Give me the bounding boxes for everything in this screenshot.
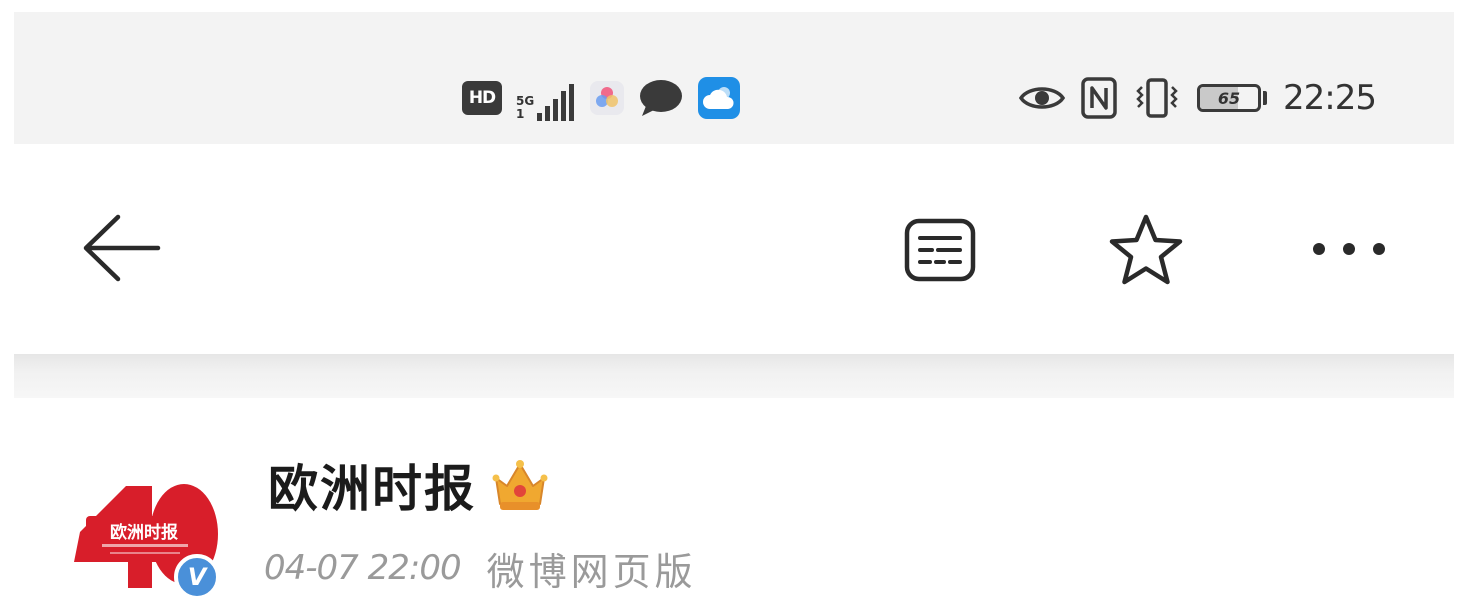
more-options-button[interactable] xyxy=(1304,214,1394,284)
reader-mode-button[interactable] xyxy=(900,210,980,290)
reader-mode-icon xyxy=(904,218,976,282)
battery-level: 65 xyxy=(1217,88,1241,108)
battery-body: 65 xyxy=(1197,84,1262,112)
signal-bar xyxy=(545,106,551,121)
post-timestamp: 04-07 22:00 xyxy=(264,548,462,588)
account-row: 欧洲时报 xyxy=(268,450,550,520)
favorite-button[interactable] xyxy=(1104,208,1188,292)
toolbar-divider xyxy=(14,354,1454,398)
verified-badge: V xyxy=(174,554,220,600)
account-name[interactable]: 欧洲时报 xyxy=(268,449,476,521)
status-bar-left-group: HD 5G 1 xyxy=(462,68,741,128)
network-sim-label: 1 xyxy=(516,107,525,121)
vibrate-icon xyxy=(1136,78,1178,118)
avatar-logo-text: 欧洲时报 xyxy=(110,522,178,543)
star-icon xyxy=(1109,214,1183,285)
nfc-icon xyxy=(1081,77,1117,119)
status-time: 22:25 xyxy=(1283,78,1377,118)
crown-icon xyxy=(492,460,548,510)
post-source[interactable]: 微博网页版 xyxy=(487,541,697,596)
arrow-left-icon xyxy=(83,214,161,282)
chat-bubble-icon xyxy=(640,80,683,116)
network-type: 5G 1 xyxy=(516,95,534,121)
cellular-signal: 5G 1 xyxy=(516,75,576,121)
signal-bars-icon xyxy=(537,84,575,121)
eye-comfort-icon xyxy=(1019,87,1066,109)
signal-bar xyxy=(553,99,559,121)
weibo-post-screen: HD 5G 1 65 22:25 欧洲时报 V 欧洲时报 04-07 22:00… xyxy=(0,0,1461,612)
more-dots-icon xyxy=(1313,243,1385,255)
signal-bar xyxy=(561,91,567,121)
weather-cloud-icon xyxy=(698,77,741,119)
post-meta: 04-07 22:00 微博网页版 xyxy=(264,538,697,598)
color-app-icon xyxy=(590,81,625,115)
post-header: 欧洲时报 V 欧洲时报 04-07 22:00 微博网页版 xyxy=(14,398,1454,612)
battery-tip xyxy=(1263,91,1268,105)
top-toolbar xyxy=(14,144,1454,356)
back-button[interactable] xyxy=(80,210,164,286)
signal-bar xyxy=(537,113,543,121)
battery-indicator: 65 xyxy=(1197,84,1268,112)
hd-voice-badge: HD xyxy=(462,81,502,115)
signal-bar xyxy=(569,84,575,121)
status-bar-right-group: 65 22:25 xyxy=(1019,68,1377,128)
status-bar: HD 5G 1 65 22:25 xyxy=(14,12,1454,144)
